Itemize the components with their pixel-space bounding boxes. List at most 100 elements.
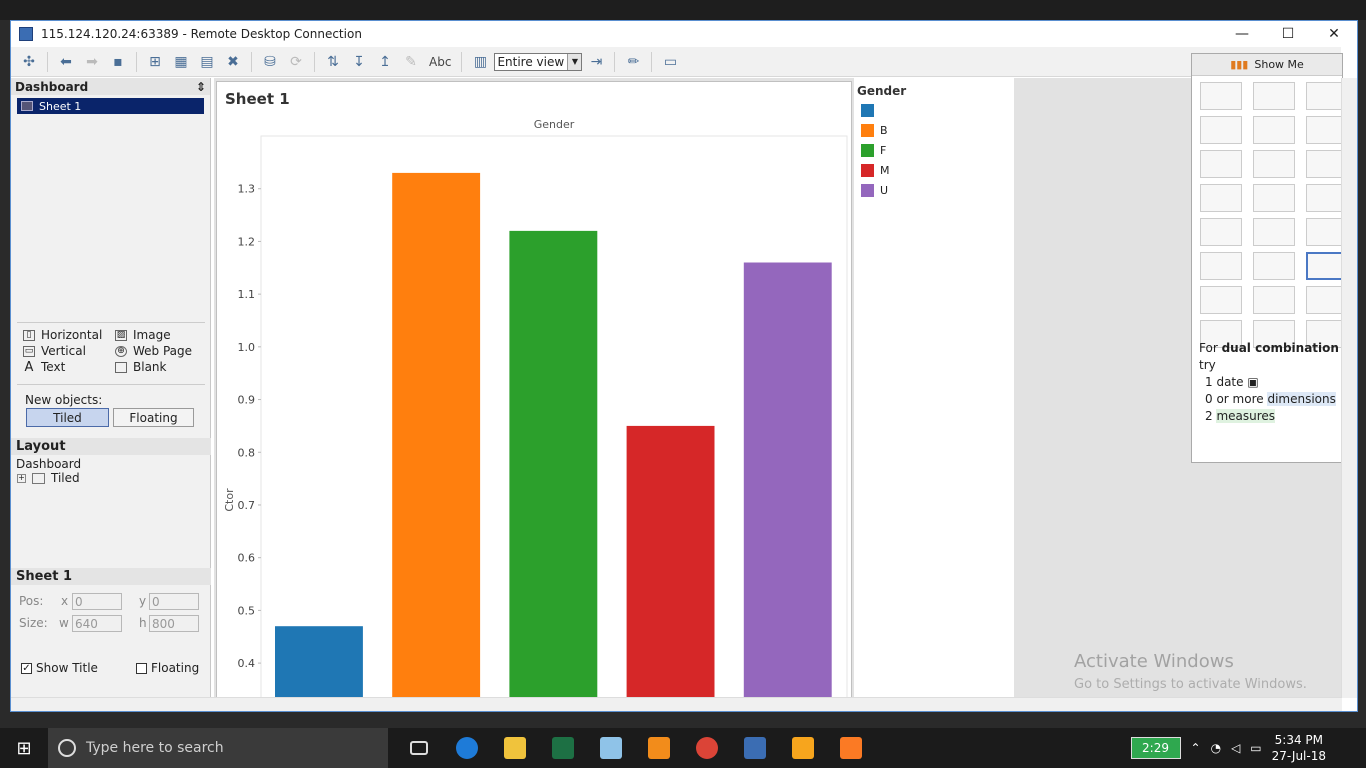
new-datasource-icon[interactable]: ⊞: [143, 51, 167, 73]
file-explorer-icon[interactable]: [498, 728, 532, 768]
chart-type-icon[interactable]: ▥: [468, 51, 492, 73]
discrete-lines-thumb[interactable]: [1253, 218, 1295, 246]
duplicate-icon[interactable]: ▤: [195, 51, 219, 73]
floating-button[interactable]: Floating: [113, 408, 194, 427]
y-tick-label: 1.1: [238, 288, 256, 301]
legend-item[interactable]: B: [861, 124, 888, 137]
layout-dashboard-item[interactable]: Dashboard: [16, 457, 81, 471]
calendar-icon: ▣: [1247, 375, 1259, 389]
pen-icon[interactable]: ✏: [621, 51, 645, 73]
continuous-lines-thumb[interactable]: [1200, 218, 1242, 246]
show-title-checkbox[interactable]: ✓ Show Title: [21, 661, 98, 675]
refresh-icon[interactable]: ⟳: [284, 51, 308, 73]
forward-icon[interactable]: ➡: [80, 51, 104, 73]
sheet-view[interactable]: Sheet 1 Gender Ctor 1.3 1.2 1.1 1.0 0.9 0.8 0.7 0…: [216, 81, 852, 700]
maximize-button[interactable]: ☐: [1265, 21, 1311, 47]
y-tick-label: 0.4: [238, 657, 256, 670]
expand-icon[interactable]: +: [17, 473, 26, 483]
bar-null[interactable]: [275, 626, 363, 700]
xampp-icon[interactable]: [834, 728, 868, 768]
view-size-select[interactable]: Entire view ▼: [494, 52, 583, 71]
x-position-input[interactable]: 0: [72, 593, 122, 610]
symbol-map-thumb[interactable]: [1200, 116, 1242, 144]
presentation-icon[interactable]: ▭: [658, 51, 682, 73]
pause-updates-icon[interactable]: ⛁: [258, 51, 282, 73]
histogram-thumb[interactable]: [1253, 286, 1295, 314]
bar-M[interactable]: [626, 425, 715, 700]
remote-desktop-icon: [19, 27, 33, 41]
highlight-icon[interactable]: ✎: [399, 51, 423, 73]
stacked-bars-thumb[interactable]: [1253, 150, 1295, 178]
save-icon[interactable]: ▪: [106, 51, 130, 73]
fix-axes-icon[interactable]: ⇥: [584, 51, 608, 73]
horizontal-scrollbar[interactable]: [11, 697, 1342, 711]
network-icon[interactable]: ◔: [1211, 741, 1221, 755]
object-vertical[interactable]: ▭ Vertical: [23, 344, 115, 358]
legend-label: F: [880, 144, 887, 157]
x-label: x: [61, 594, 69, 608]
height-input[interactable]: 800: [149, 615, 199, 632]
tableau-logo-icon[interactable]: ✣: [17, 51, 41, 73]
object-image[interactable]: ▨ Image: [115, 328, 203, 342]
legend-swatch: [861, 144, 874, 157]
battery-widget[interactable]: 2:29: [1130, 737, 1181, 759]
taskbar-clock[interactable]: 5:34 PM 27-Jul-18: [1272, 732, 1326, 764]
filled-map-thumb[interactable]: [1253, 116, 1295, 144]
chart-type-thumbnails: [1200, 82, 1349, 348]
object-web-page[interactable]: ⊕ Web Page: [115, 344, 203, 358]
swap-icon[interactable]: ⇅: [321, 51, 345, 73]
bar-B[interactable]: [392, 172, 481, 700]
floating-checkbox[interactable]: Floating: [136, 661, 199, 675]
pane-menu-icon[interactable]: ⇕: [196, 80, 206, 94]
show-me-header[interactable]: ▮▮▮ Show Me: [1192, 54, 1342, 76]
treemap-thumb[interactable]: [1200, 184, 1242, 212]
remote-desktop-task-icon[interactable]: [738, 728, 772, 768]
bar-chart[interactable]: Gender Ctor 1.3 1.2 1.1 1.0 0.9 0.8 0.7 0.6 0.5 0.4: [217, 100, 851, 700]
sheet-list-item[interactable]: Sheet 1: [17, 98, 204, 114]
object-blank[interactable]: Blank: [115, 360, 203, 374]
media-player-icon[interactable]: [786, 728, 820, 768]
labels-button[interactable]: Abc: [425, 55, 455, 69]
y-position-input[interactable]: 0: [149, 593, 199, 610]
heat-map-thumb[interactable]: [1253, 82, 1295, 110]
chrome-icon[interactable]: [690, 728, 724, 768]
pos-label: Pos:: [19, 594, 44, 608]
new-worksheet-icon[interactable]: ▦: [169, 51, 193, 73]
legend-item[interactable]: M: [861, 164, 890, 177]
circle-views-thumb[interactable]: [1253, 184, 1295, 212]
notepad-icon[interactable]: [594, 728, 628, 768]
battery-icon[interactable]: ▭: [1250, 741, 1261, 755]
legend-item[interactable]: [861, 104, 880, 117]
sublime-icon[interactable]: [642, 728, 676, 768]
minimize-button[interactable]: —: [1219, 21, 1265, 47]
text-table-thumb[interactable]: [1200, 82, 1242, 110]
horizontal-bars-thumb[interactable]: [1200, 150, 1242, 178]
layout-tiled-item[interactable]: + Tiled: [17, 471, 80, 485]
chevron-up-icon[interactable]: ⌃: [1191, 741, 1201, 755]
window-title: 115.124.120.24:63389 - Remote Desktop Co…: [41, 27, 362, 41]
close-button[interactable]: ✕: [1311, 21, 1357, 47]
width-input[interactable]: 640: [72, 615, 122, 632]
object-horizontal[interactable]: ▯ Horizontal: [23, 328, 115, 342]
edge-icon[interactable]: [450, 728, 484, 768]
scatter-plot-thumb[interactable]: [1200, 286, 1242, 314]
start-button[interactable]: ⊞: [0, 728, 48, 768]
task-view-icon[interactable]: [402, 728, 436, 768]
area-discrete-thumb[interactable]: [1253, 252, 1295, 280]
back-icon[interactable]: ⬅: [54, 51, 78, 73]
bar-U[interactable]: [743, 262, 832, 700]
volume-icon[interactable]: ◁: [1231, 741, 1240, 755]
bar-F[interactable]: [509, 230, 598, 700]
legend-item[interactable]: F: [861, 144, 886, 157]
sort-ascending-icon[interactable]: ↧: [347, 51, 371, 73]
clear-sheet-icon[interactable]: ✖: [221, 51, 245, 73]
excel-icon[interactable]: [546, 728, 580, 768]
object-text[interactable]: A Text: [23, 360, 115, 375]
taskbar-search[interactable]: Type here to search: [48, 728, 388, 768]
vertical-scrollbar[interactable]: [1341, 78, 1357, 698]
image-icon: ▨: [115, 329, 127, 341]
sort-descending-icon[interactable]: ↥: [373, 51, 397, 73]
area-continuous-thumb[interactable]: [1200, 252, 1242, 280]
legend-item[interactable]: U: [861, 184, 888, 197]
tiled-button[interactable]: Tiled: [26, 408, 109, 427]
